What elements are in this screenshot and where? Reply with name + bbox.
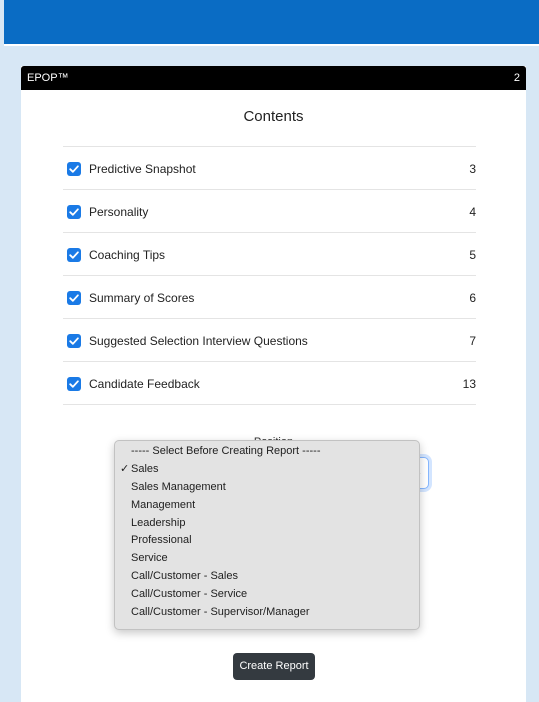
- page-number: 2: [513, 72, 520, 84]
- checkbox-candidate-feedback[interactable]: [67, 377, 81, 391]
- checkbox-predictive-snapshot[interactable]: [67, 162, 81, 176]
- dropdown-option-professional[interactable]: Professional: [115, 532, 419, 550]
- checkbox-interview-questions[interactable]: [67, 334, 81, 348]
- contents-title: Contents: [243, 108, 304, 125]
- toc-item-label: Predictive Snapshot: [89, 162, 196, 176]
- dropdown-option-call-customer-supervisor[interactable]: Call/Customer - Supervisor/Manager: [115, 604, 419, 622]
- option-label: Call/Customer - Sales: [131, 570, 238, 583]
- toc-item-page: 6: [469, 291, 476, 305]
- toc-row-coaching-tips: Coaching Tips 5: [63, 232, 476, 275]
- toc-item-label: Suggested Selection Interview Questions: [89, 334, 308, 348]
- checkmark-icon: [69, 251, 79, 259]
- toc-row-candidate-feedback: Candidate Feedback 13: [63, 361, 476, 405]
- dropdown-option-call-customer-sales[interactable]: Call/Customer - Sales: [115, 568, 419, 586]
- toc-item-page: 13: [462, 377, 476, 391]
- toc-row-personality: Personality 4: [63, 189, 476, 232]
- dropdown-option-leadership[interactable]: Leadership: [115, 515, 419, 533]
- dropdown-option-sales-management[interactable]: Sales Management: [115, 479, 419, 497]
- dropdown-option-sales[interactable]: ✓ Sales: [115, 461, 419, 479]
- toc-item-label: Candidate Feedback: [89, 377, 200, 391]
- dropdown-option-service[interactable]: Service: [115, 550, 419, 568]
- option-label: Service: [131, 552, 168, 565]
- option-label: Sales Management: [131, 480, 226, 493]
- brand-label: EPOP™: [27, 72, 69, 84]
- option-label: Professional: [131, 534, 192, 547]
- toc-item-label: Coaching Tips: [89, 248, 166, 262]
- dropdown-option-call-customer-service[interactable]: Call/Customer - Service: [115, 586, 419, 604]
- checkbox-personality[interactable]: [67, 205, 81, 219]
- checkmark-icon: [69, 294, 79, 302]
- toc-row-interview-questions: Suggested Selection Interview Questions …: [63, 318, 476, 361]
- option-label: Sales: [131, 462, 159, 475]
- position-dropdown-menu[interactable]: ----- Select Before Creating Report ----…: [114, 440, 420, 630]
- option-label: Leadership: [131, 516, 186, 529]
- contents-list: Predictive Snapshot 3 Personality 4 Coac…: [63, 146, 476, 405]
- toc-item-label: Summary of Scores: [89, 291, 195, 305]
- toc-item-page: 7: [469, 334, 476, 348]
- toc-item-page: 5: [469, 248, 476, 262]
- dropdown-option-management[interactable]: Management: [115, 497, 419, 515]
- option-label: ----- Select Before Creating Report ----…: [131, 445, 321, 457]
- checkmark-icon: [69, 337, 79, 345]
- top-app-bar: [4, 0, 539, 44]
- option-label: Management: [131, 498, 196, 511]
- page-header: EPOP™ 2: [21, 66, 526, 90]
- checkmark-icon: ✓: [120, 462, 130, 475]
- checkmark-icon: [69, 165, 79, 173]
- toc-row-summary-of-scores: Summary of Scores 6: [63, 275, 476, 318]
- top-bar-divider: [4, 44, 539, 46]
- dropdown-option-placeholder[interactable]: ----- Select Before Creating Report ----…: [115, 443, 419, 461]
- checkbox-coaching-tips[interactable]: [67, 248, 81, 262]
- toc-row-predictive-snapshot: Predictive Snapshot 3: [63, 146, 476, 189]
- report-page: EPOP™ 2 Contents Predictive Snapshot 3 P…: [21, 66, 526, 702]
- create-report-button[interactable]: Create Report: [233, 653, 315, 680]
- checkmark-icon: [69, 380, 79, 388]
- toc-item-label: Personality: [89, 205, 149, 219]
- checkbox-summary-of-scores[interactable]: [67, 291, 81, 305]
- toc-item-page: 4: [469, 205, 476, 219]
- checkmark-icon: [69, 208, 79, 216]
- toc-item-page: 3: [469, 162, 476, 176]
- option-label: Call/Customer - Supervisor/Manager: [131, 606, 310, 619]
- option-label: Call/Customer - Service: [131, 588, 248, 601]
